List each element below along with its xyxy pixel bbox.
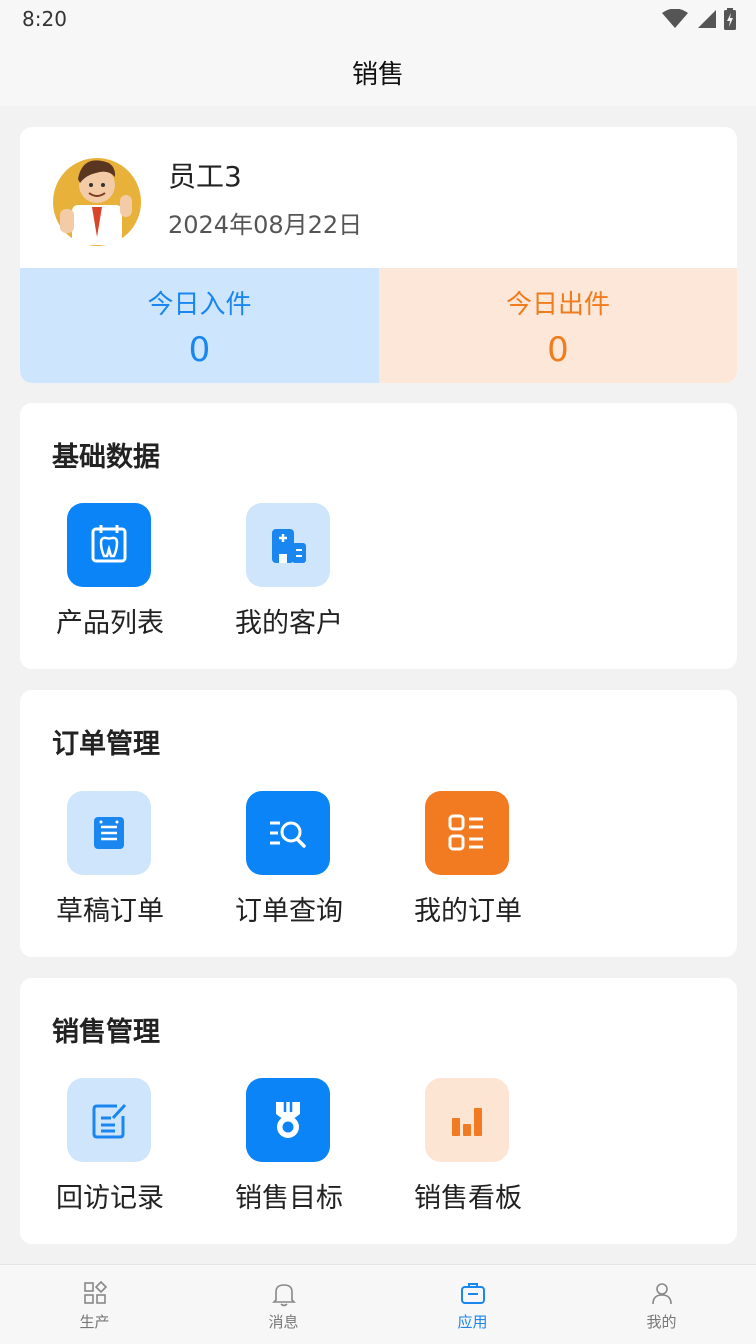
tab-me[interactable]: 我的	[567, 1265, 756, 1344]
my-customers-button[interactable]: 我的客户	[199, 503, 359, 653]
item-label: 草稿订单	[56, 896, 164, 927]
today-out-value: 0	[547, 330, 569, 370]
item-label: 销售目标	[235, 1183, 343, 1214]
tab-messages[interactable]: 消息	[189, 1265, 378, 1344]
bell-icon	[271, 1284, 296, 1307]
wifi-icon	[662, 9, 688, 28]
item-label: 销售看板	[414, 1183, 522, 1214]
page-title: 销售	[351, 60, 404, 90]
today-in-stat[interactable]: 今日入件 0	[20, 268, 379, 383]
bottom-tab-bar: 生产 消息 应用 我的	[0, 1264, 756, 1344]
order-search-button[interactable]: 订单查询	[199, 791, 359, 941]
tab-label: 应用	[457, 1313, 488, 1331]
today-out-label: 今日出件	[505, 290, 610, 320]
app-bar: 销售	[0, 38, 756, 106]
section-order-management: 订单管理 草稿订单 订单查询 我的订单	[20, 690, 737, 957]
today-in-value: 0	[188, 330, 211, 370]
avatar	[53, 158, 141, 246]
tab-apps[interactable]: 应用	[378, 1265, 567, 1344]
draft-orders-button[interactable]: 草稿订单	[20, 791, 180, 941]
draft-note-icon	[94, 817, 124, 849]
person-icon	[651, 1283, 672, 1305]
section-sales-management: 销售管理 回访记录 销售目标 销售看板	[20, 978, 737, 1244]
product-list-button[interactable]: 产品列表	[20, 503, 180, 653]
section-title: 销售管理	[52, 1017, 160, 1048]
tab-label: 消息	[268, 1313, 299, 1331]
signal-icon	[698, 10, 716, 28]
battery-icon	[724, 8, 736, 30]
tooth-calendar-icon	[91, 525, 127, 563]
medal-icon	[276, 1102, 300, 1138]
item-label: 我的订单	[414, 896, 522, 927]
section-title: 基础数据	[52, 442, 160, 473]
list-search-icon	[270, 821, 306, 848]
bar-chart-icon	[452, 1108, 482, 1136]
sales-dashboard-button[interactable]: 销售看板	[378, 1078, 538, 1228]
tab-label: 生产	[79, 1313, 110, 1331]
section-title: 订单管理	[52, 729, 160, 760]
item-label: 订单查询	[235, 896, 343, 927]
tab-label: 我的	[646, 1313, 677, 1331]
tab-production[interactable]: 生产	[0, 1265, 189, 1344]
grid-icon	[83, 1281, 107, 1304]
briefcase-icon	[460, 1283, 485, 1304]
order-list-icon	[448, 814, 483, 851]
edit-record-icon	[92, 1103, 127, 1139]
status-time: 8:20	[22, 7, 67, 31]
item-label: 我的客户	[235, 608, 343, 639]
today-in-label: 今日入件	[147, 290, 252, 320]
visit-records-button[interactable]: 回访记录	[20, 1078, 180, 1228]
my-orders-button[interactable]: 我的订单	[378, 791, 538, 941]
today-out-stat[interactable]: 今日出件 0	[379, 268, 737, 383]
status-bar: 8:20	[0, 0, 756, 38]
customer-building-icon	[272, 529, 306, 563]
user-name: 员工3	[168, 160, 242, 193]
item-label: 回访记录	[56, 1183, 164, 1214]
section-basic-data: 基础数据 产品列表 我的客户	[20, 403, 737, 669]
profile-card: 员工3 2024年08月22日 今日入件 0 今日出件 0	[20, 127, 737, 383]
sales-target-button[interactable]: 销售目标	[199, 1078, 359, 1228]
current-date: 2024年08月22日	[168, 211, 363, 239]
item-label: 产品列表	[56, 608, 164, 639]
